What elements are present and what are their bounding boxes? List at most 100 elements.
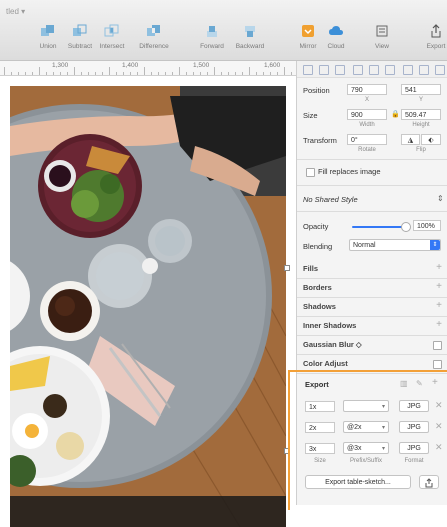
opacity-label: Opacity — [303, 222, 329, 231]
section-borders[interactable]: Borders + — [297, 278, 447, 298]
ruler-tick — [25, 72, 26, 75]
rotate-field[interactable]: 0° — [347, 134, 387, 145]
ruler-tick — [151, 72, 152, 75]
mirror-icon — [302, 25, 314, 37]
share-icon — [431, 24, 441, 38]
section-fills[interactable]: Fills + — [297, 259, 447, 279]
flip-vertical-button[interactable]: ⬖ — [421, 134, 441, 145]
add-fill-icon[interactable]: + — [436, 262, 442, 273]
rotate-caption: Rotate — [358, 147, 376, 153]
section-inner-shadows[interactable]: Inner Shadows + — [297, 316, 447, 336]
ruler-tick — [130, 72, 131, 75]
opacity-field[interactable]: 100% — [413, 220, 441, 231]
flip-horizontal-button[interactable]: ◮ — [401, 134, 420, 145]
position-y-field[interactable]: 541 — [401, 84, 441, 95]
ruler-tick — [277, 72, 278, 75]
distribute-horizontal-icon[interactable] — [403, 65, 413, 75]
add-inner-shadow-icon[interactable]: + — [436, 319, 442, 330]
blending-select[interactable]: Normal ⇕ — [349, 239, 441, 251]
union-icon — [41, 25, 54, 36]
add-border-icon[interactable]: + — [436, 281, 442, 292]
horizontal-ruler: 1,300 1,400 1,500 1,600 — [0, 61, 296, 76]
table-photo-image — [10, 86, 286, 527]
ruler-tick — [102, 72, 103, 75]
shared-style-dropdown[interactable]: No Shared Style — [303, 195, 358, 204]
ruler-tick — [193, 72, 194, 75]
lock-ratio-icon[interactable]: 🔒 — [391, 110, 400, 118]
export-highlight-outline — [288, 370, 447, 510]
export-highlight-line — [288, 490, 290, 505]
view-button[interactable]: View — [362, 24, 402, 50]
toolbar: tled ▾ Union Subtract Intersect Differen… — [0, 0, 447, 61]
ruler-tick — [74, 67, 75, 75]
distribute-vertical-icon[interactable] — [419, 65, 429, 75]
size-width-field[interactable]: 900 — [347, 109, 387, 120]
ruler-tick — [214, 67, 215, 75]
export-toolbar-button[interactable]: Export — [416, 24, 447, 50]
ruler-tick — [172, 72, 173, 75]
tidy-icon[interactable] — [435, 65, 445, 75]
add-shadow-icon[interactable]: + — [436, 300, 442, 311]
size-width-caption: Width — [359, 122, 375, 128]
flip-caption: Flip — [416, 147, 426, 153]
align-top-icon[interactable] — [353, 65, 363, 75]
ruler-tick — [144, 67, 145, 75]
fill-replaces-label: Fill replaces image — [318, 167, 381, 176]
ruler-tick — [221, 72, 222, 75]
document-title[interactable]: tled ▾ — [6, 7, 25, 16]
view-icon — [376, 25, 388, 37]
opacity-slider[interactable] — [352, 226, 408, 228]
cloud-icon — [329, 26, 343, 35]
size-height-field[interactable]: 509.47 — [401, 109, 441, 120]
bring-forward-icon — [207, 26, 217, 37]
ruler-tick — [95, 72, 96, 75]
table-photo[interactable] — [10, 86, 286, 527]
align-center-icon[interactable] — [319, 65, 329, 75]
selection-handle[interactable] — [284, 265, 290, 271]
ruler-tick — [186, 72, 187, 75]
cloud-button[interactable]: Cloud — [316, 24, 356, 50]
intersect-icon — [104, 24, 119, 37]
ruler-label: 1,500 — [193, 62, 210, 69]
ruler-tick — [158, 72, 159, 75]
ruler-tick — [228, 72, 229, 75]
alignment-toolbar — [297, 61, 447, 78]
difference-button[interactable]: Difference — [134, 24, 174, 50]
position-label: Position — [303, 86, 330, 95]
align-right-icon[interactable] — [335, 65, 345, 75]
intersect-button[interactable]: Intersect — [92, 24, 132, 50]
send-backward-icon — [245, 26, 255, 37]
fill-replaces-checkbox[interactable] — [306, 168, 315, 177]
align-middle-icon[interactable] — [369, 65, 379, 75]
ruler-tick — [60, 72, 61, 75]
ruler-tick — [242, 72, 243, 75]
ruler-tick — [46, 72, 47, 75]
color-adjust-toggle-checkbox[interactable] — [433, 360, 442, 369]
ruler-label: 1,300 — [52, 62, 69, 69]
opacity-slider-knob[interactable] — [401, 222, 411, 232]
ruler-tick — [53, 72, 54, 75]
ruler-tick — [4, 67, 5, 75]
chevron-updown-icon: ⇕ — [430, 240, 440, 250]
ruler-tick — [109, 67, 110, 75]
position-x-field[interactable]: 790 — [347, 84, 387, 95]
ruler-tick — [137, 72, 138, 75]
position-y-caption: Y — [418, 97, 423, 103]
ruler-tick — [32, 72, 33, 75]
difference-icon — [147, 25, 160, 36]
ruler-tick — [11, 72, 12, 75]
section-gaussian-blur[interactable]: Gaussian Blur ◇ — [297, 335, 447, 355]
ruler-tick — [39, 67, 40, 75]
ruler-tick — [88, 72, 89, 75]
align-left-icon[interactable] — [303, 65, 313, 75]
blending-label: Blending — [303, 242, 333, 251]
canvas[interactable] — [0, 76, 296, 527]
backward-button[interactable]: Backward — [230, 24, 270, 50]
blur-toggle-checkbox[interactable] — [433, 341, 442, 350]
forward-button[interactable]: Forward — [192, 24, 232, 50]
chevron-updown-icon[interactable]: ⇕ — [437, 194, 444, 203]
section-shadows[interactable]: Shadows + — [297, 297, 447, 317]
ruler-tick — [165, 72, 166, 75]
align-bottom-icon[interactable] — [385, 65, 395, 75]
ruler-tick — [249, 67, 250, 75]
